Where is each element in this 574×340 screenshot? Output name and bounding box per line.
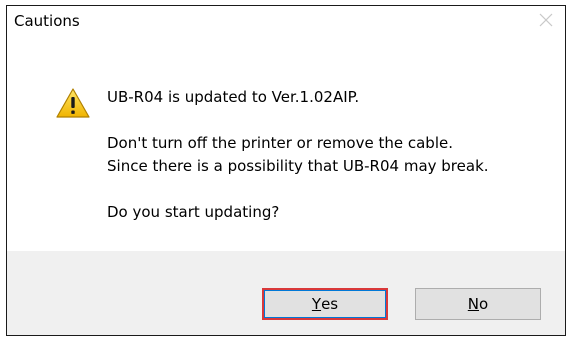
no-button[interactable]: No [415, 288, 541, 320]
dialog-title: Cautions [14, 12, 80, 30]
no-button-label: o [479, 295, 489, 313]
message-area: UB-R04 is updated to Ver.1.02AIP. Don't … [7, 36, 565, 251]
title-bar: Cautions [7, 6, 565, 36]
yes-button-mnemonic: Y [311, 295, 322, 313]
update-version-text: UB-R04 is updated to Ver.1.02AIP. [107, 88, 360, 106]
button-bar: Yes No [7, 251, 565, 335]
warning-text-line2: Since there is a possibility that UB-R04… [107, 157, 489, 175]
no-button-mnemonic: N [467, 295, 480, 313]
warning-icon [56, 88, 90, 118]
close-button[interactable] [527, 6, 565, 36]
cautions-dialog: Cautions UB-R04 is updated to Ver.1.02AI… [6, 5, 566, 336]
yes-button-label: es [321, 295, 339, 313]
yes-button[interactable]: Yes [262, 288, 388, 320]
warning-text-line1: Don't turn off the printer or remove the… [107, 134, 453, 152]
confirm-question-text: Do you start updating? [107, 203, 280, 221]
close-icon [539, 13, 553, 27]
